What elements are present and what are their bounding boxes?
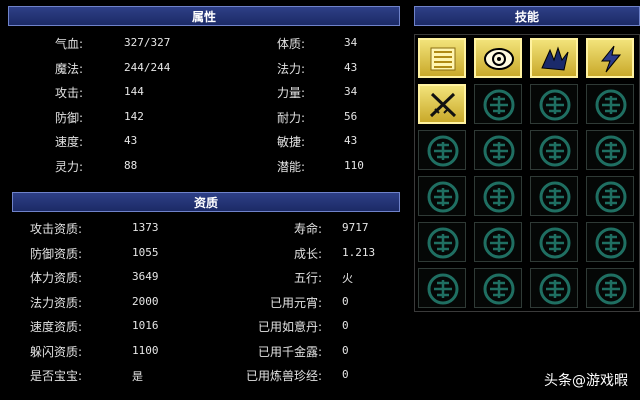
aptitude-value: 1.213 [342,245,376,259]
attributes-header: 属性 [8,6,400,26]
aptitude-value: 9717 [342,221,369,234]
empty-skill-slot [474,84,522,124]
attr-label: 体质: [277,37,306,51]
attr-label: 气血: [55,37,84,51]
empty-skill-slot [418,176,466,216]
skill-grid [414,34,640,312]
attr-label: 速度: [55,135,84,149]
attr-value: 43 [124,134,138,147]
aptitude-value: 1055 [132,245,159,259]
watermark: 头条@游戏暇 [544,373,628,389]
attr-value: 142 [124,109,144,123]
empty-skill-slot [586,84,634,124]
attr-label: 灵力: [55,159,84,174]
attr-label: 攻击: [55,86,84,100]
attr-label: 法力: [277,61,306,76]
empty-skill-slot [474,268,522,308]
aptitude-label: 已用千金露: [257,344,322,359]
skill-slot[interactable] [586,38,634,78]
skill-slot[interactable] [530,38,578,78]
attr-value: 34 [344,85,358,98]
aptitude-label: 已用如意丹: [257,320,322,334]
attr-label: 防御: [55,110,84,125]
empty-skill-slot [530,130,578,170]
aptitude-label: 攻击资质: [30,222,83,236]
attr-value: 43 [344,134,358,147]
attr-value: 144 [124,85,144,98]
attr-value: 34 [344,36,358,49]
empty-skill-slot [418,130,466,170]
attr-value: 43 [344,60,358,74]
aptitude-value: 0 [342,294,349,308]
empty-skill-slot [586,130,634,170]
aptitude-label: 体力资质: [30,271,83,285]
empty-skill-slot [586,176,634,216]
aptitude-value: 0 [342,319,349,332]
attr-value: 327/327 [124,36,171,49]
aptitude-label: 成长: [293,246,322,261]
aptitude-label: 五行: [293,271,322,285]
aptitude-label: 已用炼兽珍经: [245,369,322,383]
aptitude-label: 防御资质: [30,246,83,261]
skills-header: 技能 [414,6,640,26]
empty-skill-slot [530,84,578,124]
aptitude-label: 寿命: [293,222,322,236]
aptitude-value: 是 [132,370,143,383]
aptitude-value: 0 [342,368,349,381]
aptitude-label: 法力资质: [30,295,83,310]
skill-slot[interactable] [418,84,466,124]
attr-label: 敏捷: [277,135,306,149]
empty-skill-slot [474,176,522,216]
aptitude-value: 3649 [132,270,159,283]
attr-label: 耐力: [277,110,306,125]
aptitude-label: 躲闪资质: [30,344,83,359]
attr-value: 110 [344,158,364,172]
aptitude-value: 2000 [132,294,159,308]
aptitude-value: 火 [342,272,353,285]
attr-value: 56 [344,109,358,123]
aptitude-value: 1373 [132,221,159,234]
skill-slot[interactable] [474,38,522,78]
aptitude-label: 是否宝宝: [30,369,83,383]
aptitude-label: 速度资质: [30,320,83,334]
attr-label: 力量: [277,86,306,100]
attr-label: 潜能: [277,159,306,174]
empty-skill-slot [418,222,466,262]
aptitude-value: 1100 [132,343,159,357]
empty-skill-slot [530,176,578,216]
empty-skill-slot [586,268,634,308]
attr-label: 魔法: [55,61,84,76]
empty-skill-slot [474,130,522,170]
aptitude-value: 0 [342,343,349,357]
aptitude-header: 资质 [12,192,400,212]
skill-slot[interactable] [418,38,466,78]
aptitude-value: 1016 [132,319,159,332]
attr-value: 88 [124,158,138,172]
empty-skill-slot [530,222,578,262]
attr-value: 244/244 [124,60,171,74]
empty-skill-slot [418,268,466,308]
empty-skill-slot [586,222,634,262]
aptitude-label: 已用元宵: [269,295,322,310]
empty-skill-slot [474,222,522,262]
empty-skill-slot [530,268,578,308]
